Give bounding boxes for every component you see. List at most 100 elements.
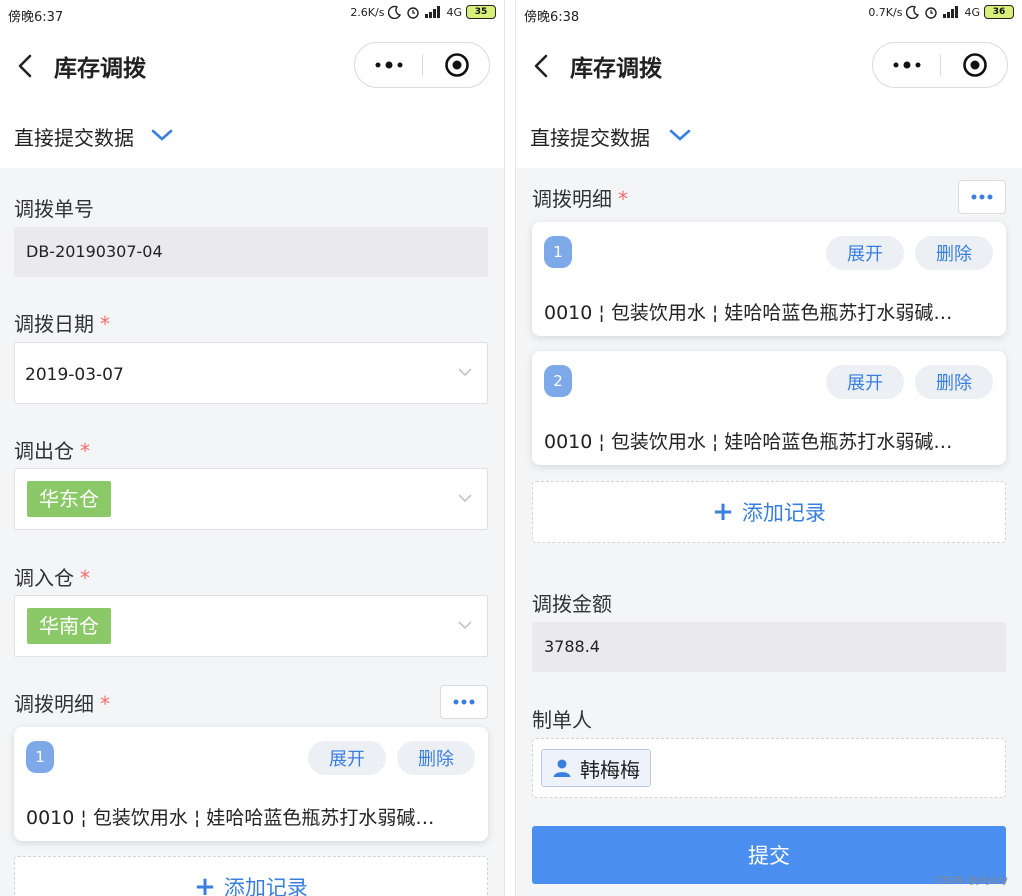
amount-value: 3788.4 (544, 637, 600, 656)
more-dots-icon (375, 61, 402, 69)
right-phone-screen: 傍晚6:38 0.7K/s 4G 36 库存调拨 直接提交数据 调拨明细 * 1… (516, 0, 1022, 896)
warehouse-tag: 华南仓 (27, 608, 111, 644)
mode-selector[interactable]: 直接提交数据 (0, 104, 504, 168)
out-warehouse-select[interactable]: 华东仓 (14, 468, 488, 530)
expand-button[interactable]: 展开 (308, 741, 386, 775)
required-mark: * (618, 187, 628, 211)
date-label-text: 调拨日期 (14, 312, 94, 336)
net-speed: 2.6K/s (350, 5, 385, 19)
mini-program-capsule (354, 42, 490, 88)
order-no-field: DB-20190307-04 (14, 227, 488, 277)
mode-label: 直接提交数据 (14, 126, 134, 150)
battery-icon: 35 (466, 5, 496, 19)
mini-program-capsule (872, 42, 1008, 88)
item-description: 0010 ¦ 包装饮用水 ¦ 娃哈哈蓝色瓶苏打水弱碱… (544, 431, 953, 453)
status-indicators: 2.6K/s 4G 35 (350, 5, 496, 19)
chevron-down-icon (458, 368, 472, 377)
date-label: 调拨日期 * (14, 308, 110, 337)
back-arrow-icon[interactable] (14, 50, 38, 82)
more-button[interactable] (873, 43, 940, 87)
out-warehouse-label: 调出仓 * (14, 435, 90, 464)
watermark: CSDN @jdyzzy (934, 875, 1008, 886)
details-more-button[interactable] (440, 685, 488, 719)
details-label-text: 调拨明细 (532, 187, 612, 211)
left-phone-screen: 傍晚6:37 2.6K/s 4G 35 库存调拨 直接提交数据 调拨单号 DB-… (0, 0, 504, 896)
detail-card: 1 展开 删除 0010 ¦ 包装饮用水 ¦ 娃哈哈蓝色瓶苏打水弱碱… (532, 222, 1006, 336)
item-index-badge: 1 (26, 741, 54, 773)
order-no-value: DB-20190307-04 (26, 242, 163, 261)
required-mark: * (80, 566, 90, 590)
target-close-icon (962, 53, 987, 77)
plus-icon: + (194, 872, 216, 896)
detail-card: 1 展开 删除 0010 ¦ 包装饮用水 ¦ 娃哈哈蓝色瓶苏打水弱碱… (14, 727, 488, 841)
expand-button[interactable]: 展开 (826, 365, 904, 399)
target-close-icon (444, 53, 469, 77)
chevron-down-icon (669, 129, 691, 141)
add-record-label: 添加记录 (741, 501, 826, 525)
moon-icon (906, 5, 920, 19)
delete-button[interactable]: 删除 (397, 741, 475, 775)
more-dots-icon (453, 699, 475, 705)
network-type: 4G (446, 5, 462, 19)
more-dots-icon (971, 194, 993, 200)
back-arrow-icon[interactable] (530, 50, 554, 82)
add-record-button[interactable]: + 添加记录 (14, 856, 488, 896)
close-button[interactable] (423, 43, 490, 87)
status-time: 傍晚6:37 (8, 10, 64, 25)
page-title: 库存调拨 (54, 56, 146, 82)
signal-icon (425, 6, 441, 18)
screen-divider (504, 0, 516, 896)
more-button[interactable] (355, 43, 422, 87)
user-chip: 韩梅梅 (541, 749, 651, 787)
close-button[interactable] (941, 43, 1008, 87)
page-title: 库存调拨 (570, 56, 662, 82)
moon-icon (388, 5, 402, 19)
expand-button[interactable]: 展开 (826, 236, 904, 270)
creator-name: 韩梅梅 (580, 757, 640, 782)
status-time: 傍晚6:38 (524, 10, 580, 25)
user-icon (553, 759, 571, 777)
in-warehouse-label: 调入仓 * (14, 562, 90, 591)
item-index-badge: 2 (544, 365, 572, 397)
item-index-badge: 1 (544, 236, 572, 268)
details-label-text: 调拨明细 (14, 692, 94, 716)
mode-label: 直接提交数据 (530, 126, 650, 150)
required-mark: * (100, 312, 110, 336)
add-record-button[interactable]: + 添加记录 (532, 481, 1006, 543)
out-warehouse-label-text: 调出仓 (14, 439, 74, 463)
nav-bar: 库存调拨 (0, 28, 504, 104)
date-picker[interactable]: 2019-03-07 (14, 342, 488, 404)
details-label: 调拨明细 * (532, 183, 628, 212)
warehouse-tag: 华东仓 (27, 481, 111, 517)
order-no-label: 调拨单号 (14, 197, 94, 221)
battery-icon: 36 (984, 5, 1014, 19)
creator-label: 制单人 (532, 708, 592, 732)
status-bar: 傍晚6:37 2.6K/s 4G 35 (0, 0, 504, 28)
required-mark: * (80, 439, 90, 463)
creator-field[interactable]: 韩梅梅 (532, 738, 1006, 798)
amount-label: 调拨金额 (532, 592, 612, 616)
item-description: 0010 ¦ 包装饮用水 ¦ 娃哈哈蓝色瓶苏打水弱碱… (544, 302, 953, 324)
status-indicators: 0.7K/s 4G 36 (868, 5, 1014, 19)
network-type: 4G (964, 5, 980, 19)
plus-icon: + (712, 497, 734, 527)
mode-selector[interactable]: 直接提交数据 (516, 104, 1022, 168)
details-more-button[interactable] (958, 180, 1006, 214)
add-record-label: 添加记录 (223, 876, 308, 896)
status-bar: 傍晚6:38 0.7K/s 4G 36 (516, 0, 1022, 28)
detail-card: 2 展开 删除 0010 ¦ 包装饮用水 ¦ 娃哈哈蓝色瓶苏打水弱碱… (532, 351, 1006, 465)
nav-bar: 库存调拨 (516, 28, 1022, 104)
chevron-down-icon (151, 129, 173, 141)
alarm-icon (925, 7, 938, 19)
item-description: 0010 ¦ 包装饮用水 ¦ 娃哈哈蓝色瓶苏打水弱碱… (26, 807, 435, 829)
date-value: 2019-03-07 (25, 365, 124, 385)
details-label: 调拨明细 * (14, 688, 110, 717)
in-warehouse-select[interactable]: 华南仓 (14, 595, 488, 657)
chevron-down-icon (458, 494, 472, 503)
signal-icon (943, 6, 959, 18)
amount-field: 3788.4 (532, 622, 1006, 672)
delete-button[interactable]: 删除 (915, 365, 993, 399)
delete-button[interactable]: 删除 (915, 236, 993, 270)
required-mark: * (100, 692, 110, 716)
net-speed: 0.7K/s (868, 5, 903, 19)
